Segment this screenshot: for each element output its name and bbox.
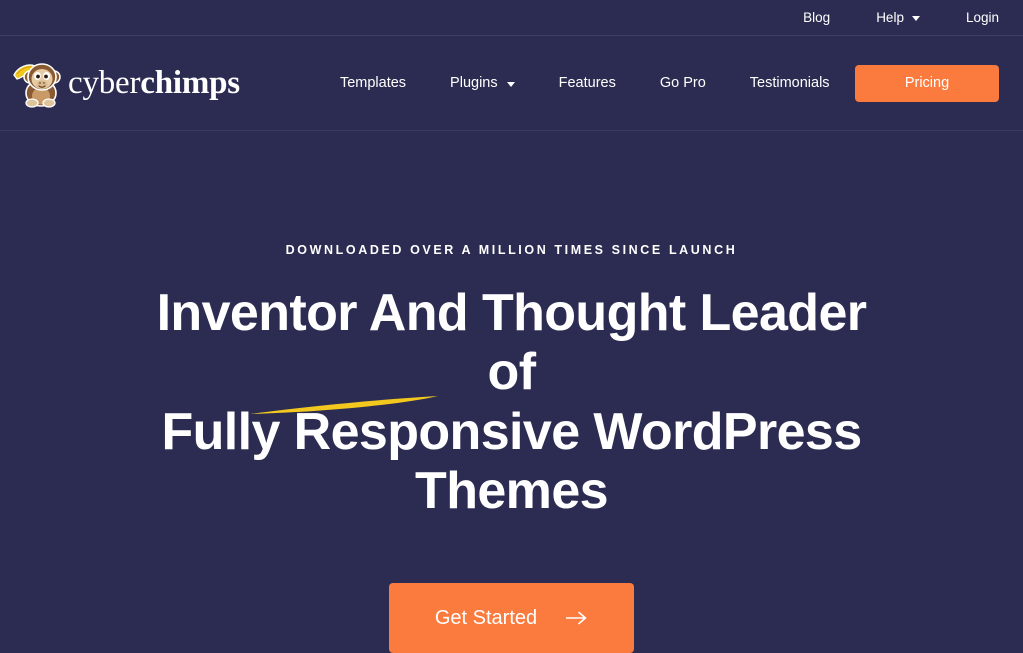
nav-item-label: Features — [558, 75, 616, 91]
brand-name-light: cyber — [68, 64, 141, 101]
nav-item-label: Plugins — [450, 75, 498, 91]
pricing-button[interactable]: Pricing — [855, 64, 999, 102]
chevron-down-icon — [506, 81, 515, 87]
hero-headline: Inventor And Thought Leader of Fully Res… — [132, 284, 892, 521]
nav-item-templates[interactable]: Templates — [318, 75, 428, 91]
main-header: cyberchimps Templates Plugins Features G… — [0, 36, 1023, 131]
headline-line-1: Inventor And Thought Leader of — [156, 284, 867, 402]
nav-item-features[interactable]: Features — [537, 75, 638, 91]
get-started-label: Get Started — [434, 606, 538, 629]
topbar-link-label: Help — [876, 10, 904, 25]
top-utility-bar: Blog Help Login — [0, 0, 1023, 36]
topbar-link-label: Blog — [803, 10, 831, 25]
topbar-link-label: Login — [965, 10, 999, 25]
topbar-link-help[interactable]: Help — [876, 10, 920, 25]
headline-line-3: Themes — [415, 461, 609, 520]
hero-section: Downloaded over a million times since la… — [0, 131, 1023, 653]
brand-wordmark: cyberchimps — [68, 64, 240, 101]
monkey-mascot-with-banana-icon — [13, 63, 61, 108]
topbar-link-blog[interactable]: Blog — [803, 10, 830, 25]
chevron-down-icon — [911, 16, 920, 21]
nav-item-label: Templates — [339, 75, 407, 91]
brand-logo-link[interactable]: cyberchimps — [8, 55, 240, 111]
arrow-right-icon — [566, 611, 587, 625]
nav-item-plugins[interactable]: Plugins — [428, 75, 537, 91]
brand-name-bold: chimps — [140, 64, 240, 101]
topbar-link-login[interactable]: Login — [966, 10, 999, 25]
headline-line-2: Fully Responsive WordPress — [161, 402, 862, 461]
nav-item-label: Go Pro — [659, 75, 706, 91]
get-started-button[interactable]: Get Started — [389, 583, 634, 653]
nav-item-label: Testimonials — [749, 75, 830, 91]
main-navigation: Templates Plugins Features Go Pro Testim… — [318, 75, 852, 91]
nav-item-testimonials[interactable]: Testimonials — [728, 75, 852, 91]
nav-item-go-pro[interactable]: Go Pro — [638, 75, 728, 91]
hero-eyebrow-text: Downloaded over a million times since la… — [285, 243, 738, 257]
